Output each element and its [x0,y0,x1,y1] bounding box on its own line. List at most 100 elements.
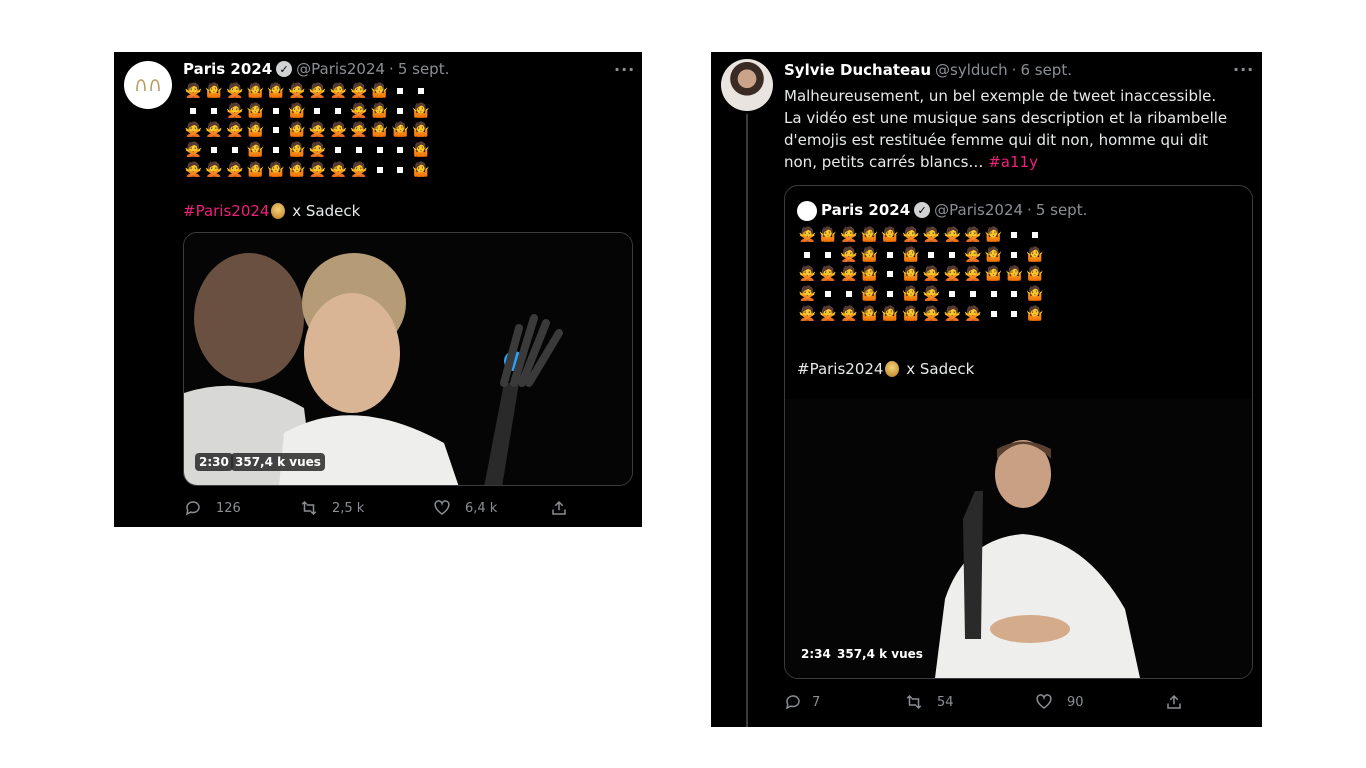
video-duration: 2:30 [195,453,233,471]
emoji-grid [183,82,431,180]
man-gesturing-no-emoji-icon [880,305,901,325]
reply-count: 7 [812,694,821,710]
quoted-hashtag-suffix: x Sadeck [906,360,975,378]
woman-gesturing-no-emoji-icon [838,265,859,285]
quoted-header: Paris 2024 ✓ @Paris2024 · 5 sept. [821,201,1087,219]
quoted-hashtag-line: #Paris2024 x Sadeck [797,360,974,378]
man-gesturing-no-emoji-icon [390,121,411,141]
white-square-icon [390,141,411,161]
white-square-icon [266,141,287,161]
white-square-icon [349,141,370,161]
woman-gesturing-no-emoji-icon [204,161,225,181]
reply-button[interactable]: 7 [784,693,905,711]
man-gesturing-no-emoji-icon [245,121,266,141]
woman-gesturing-no-emoji-icon [183,161,204,181]
quoted-video[interactable]: 2:34 357,4 k vues [785,399,1252,678]
woman-gesturing-no-emoji-icon [963,246,984,266]
man-gesturing-no-emoji-icon [1004,265,1025,285]
white-square-icon [369,141,390,161]
reply-button[interactable]: 126 [184,499,300,517]
like-button[interactable]: 6,4 k [433,499,550,517]
man-gesturing-no-emoji-icon [245,102,266,122]
video-thumbnail [184,233,632,485]
man-gesturing-no-emoji-icon [369,121,390,141]
man-gesturing-no-emoji-icon [245,141,266,161]
woman-gesturing-no-emoji-icon [963,305,984,325]
woman-gesturing-no-emoji-icon [183,121,204,141]
man-gesturing-no-emoji-icon [1025,265,1046,285]
woman-gesturing-no-emoji-icon [838,246,859,266]
man-gesturing-no-emoji-icon [1025,246,1046,266]
white-square-icon [1004,305,1025,325]
woman-gesturing-no-emoji-icon [349,121,370,141]
woman-gesturing-no-emoji-icon [797,265,818,285]
woman-gesturing-no-emoji-icon [183,82,204,102]
olympic-flame-emoji-icon [885,361,900,377]
tweet-paris2024[interactable]: Paris 2024 ✓ @Paris2024 · 5 sept. ··· #P… [114,52,642,527]
tweet-text: Malheureusement, un bel exemple de tweet… [784,85,1244,173]
white-square-icon [838,285,859,305]
separator-dot: · [389,60,394,78]
share-button[interactable] [1165,693,1183,711]
woman-gesturing-no-emoji-icon [307,141,328,161]
action-bar: 126 2,5 k 6,4 k [184,499,568,517]
tweet-date[interactable]: 5 sept. [398,60,450,78]
woman-gesturing-no-emoji-icon [963,226,984,246]
tweet-date[interactable]: 6 sept. [1020,61,1072,79]
hashtag-line: #Paris2024 x Sadeck [183,202,360,220]
man-gesturing-no-emoji-icon [369,102,390,122]
woman-gesturing-no-emoji-icon [838,226,859,246]
video-player[interactable]: 2:30 357,4 k vues [183,232,633,486]
more-options-icon[interactable]: ··· [1233,60,1254,79]
man-gesturing-no-emoji-icon [411,161,432,181]
retweet-button[interactable]: 2,5 k [300,499,433,517]
man-gesturing-no-emoji-icon [859,285,880,305]
retweet-icon [906,694,922,710]
author-handle[interactable]: @sylduch [935,61,1008,79]
like-count: 6,4 k [465,500,498,516]
like-button[interactable]: 90 [1035,693,1165,711]
white-square-icon [390,102,411,122]
paris2024-avatar[interactable] [124,61,172,109]
white-square-icon [1004,285,1025,305]
man-gesturing-no-emoji-icon [204,82,225,102]
hashtag-link[interactable]: #Paris2024 [183,202,269,220]
woman-gesturing-no-emoji-icon [942,265,963,285]
more-options-icon[interactable]: ··· [614,60,635,79]
woman-gesturing-no-emoji-icon [224,121,245,141]
quoted-author-name: Paris 2024 [821,201,911,219]
action-bar: 7 54 90 [784,693,1183,711]
like-count: 90 [1067,694,1084,710]
man-gesturing-no-emoji-icon [286,141,307,161]
man-gesturing-no-emoji-icon [880,226,901,246]
quoted-tweet[interactable]: Paris 2024 ✓ @Paris2024 · 5 sept. #Paris… [784,185,1253,679]
hashtag-suffix: x Sadeck [292,202,361,220]
hashtag-link[interactable]: #a11y [988,153,1038,171]
white-square-icon [983,285,1004,305]
author-name[interactable]: Sylvie Duchateau [784,61,931,79]
white-square-icon [369,161,390,181]
video-views: 357,4 k vues [837,647,923,661]
retweet-count: 54 [937,694,954,710]
white-square-icon [797,246,818,266]
author-handle[interactable]: @Paris2024 [296,60,385,78]
tweet-sylvie[interactable]: Sylvie Duchateau @sylduch · 6 sept. ··· … [711,52,1262,727]
woman-gesturing-no-emoji-icon [224,102,245,122]
woman-gesturing-no-emoji-icon [797,305,818,325]
woman-gesturing-no-emoji-icon [224,82,245,102]
man-gesturing-no-emoji-icon [983,226,1004,246]
author-name[interactable]: Paris 2024 [183,60,272,78]
share-button[interactable] [550,499,568,517]
woman-gesturing-no-emoji-icon [818,305,839,325]
man-gesturing-no-emoji-icon [286,161,307,181]
man-gesturing-no-emoji-icon [900,305,921,325]
sylvie-avatar[interactable] [721,59,773,111]
retweet-icon [301,500,317,516]
quoted-video-thumbnail [785,399,1252,678]
woman-gesturing-no-emoji-icon [328,121,349,141]
retweet-button[interactable]: 54 [905,693,1035,711]
heart-icon [434,500,450,515]
woman-gesturing-no-emoji-icon [838,305,859,325]
man-gesturing-no-emoji-icon [983,265,1004,285]
woman-gesturing-no-emoji-icon [183,141,204,161]
